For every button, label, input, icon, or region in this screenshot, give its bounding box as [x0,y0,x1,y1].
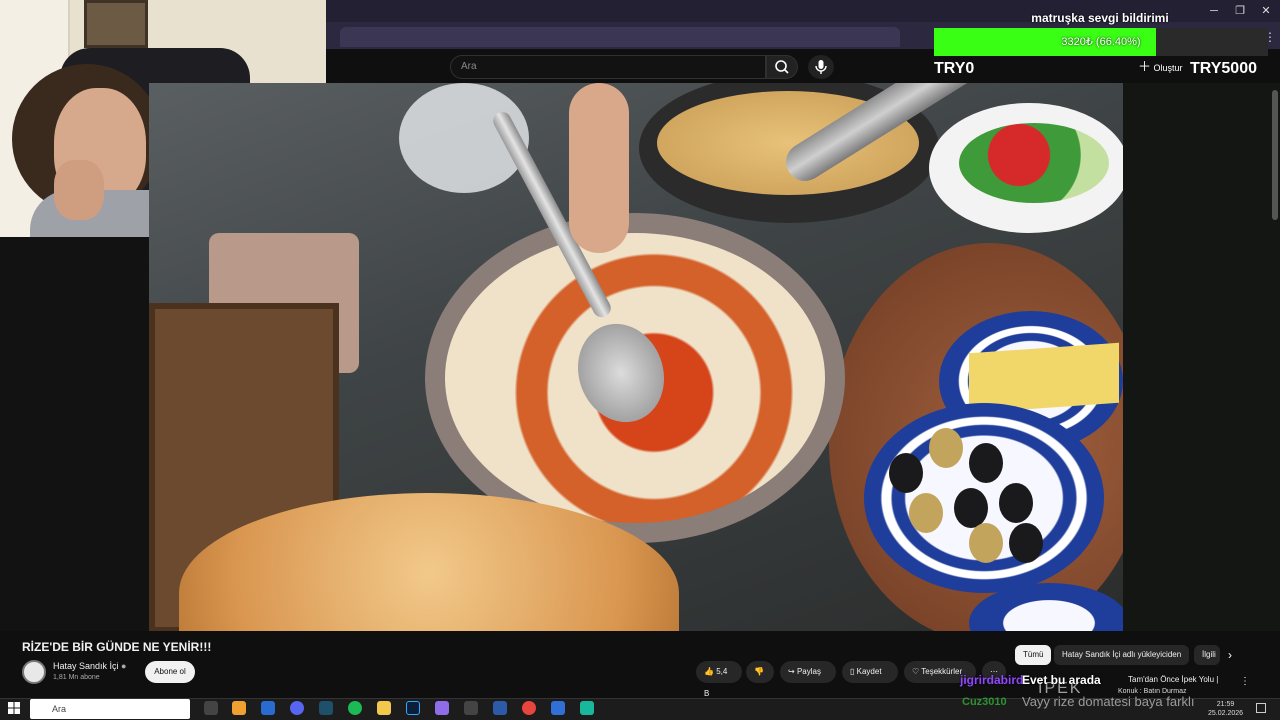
bookmark-icon: ▯ [850,667,855,676]
video-olive [999,483,1033,523]
thumbs-down-icon: 👎 [754,667,764,676]
chip-related[interactable]: İlgili [1194,645,1220,665]
share-icon: ↪ [788,667,795,676]
browser-tab[interactable] [340,27,900,47]
webcam-picture-frame [84,0,148,48]
save-label: Kaydet [856,667,882,676]
donation-goal-max: TRY5000 [1190,60,1257,77]
app-icon[interactable] [435,701,449,715]
channel-avatar[interactable] [22,660,46,684]
dislike-button[interactable]: 👎 [746,661,774,683]
share-label: Paylaş [796,667,821,676]
restore-button[interactable]: ❐ [1228,3,1252,19]
video-olive [969,443,1003,483]
chat-username: jigrirdabird [960,673,1024,687]
video-olive [969,523,1003,563]
file-explorer-icon[interactable] [377,701,391,715]
video-salad [959,123,1109,203]
copilot-icon[interactable] [232,701,246,715]
left-dark-panel [0,237,149,631]
video-olive [889,453,923,493]
taskbar-search[interactable]: Ara [30,699,190,719]
video-player[interactable] [149,83,1123,631]
app-icon[interactable] [551,701,565,715]
plus-icon: ＋ [1138,59,1152,74]
donation-goal-min: TRY0 [934,60,975,77]
windows-start-icon[interactable] [8,702,20,714]
recommendation-more-icon[interactable]: ⋮ [1240,676,1250,687]
video-olive [929,428,963,468]
app-icon[interactable] [580,701,594,715]
chat-message: Vayy rize domatesi baya farklı [1022,694,1195,709]
minimize-button[interactable]: ─ [1202,3,1226,19]
right-dark-panel [1123,83,1280,631]
app-icon[interactable] [319,701,333,715]
task-view-icon[interactable] [204,701,218,715]
photoshop-icon[interactable] [406,701,420,715]
webcam-hand [54,160,104,220]
share-button[interactable]: ↪ Paylaş [780,661,836,683]
subscribe-button[interactable]: Abone ol [145,661,195,683]
clock-time: 21:59 [1216,701,1235,708]
clock-date: 25.02.2026 [1208,710,1244,717]
chip-uploader[interactable]: Hatay Sandık İçi adlı yükleyiciden [1054,645,1190,665]
save-button[interactable]: ▯ Kaydet [842,661,898,683]
like-button[interactable]: 👍 5,4 B [696,661,742,698]
donation-goal-text: 3320₺ (66.40%) [1061,36,1141,48]
create-button[interactable]: ＋ Oluştur [1138,58,1190,76]
taskbar-clock[interactable]: 21:59 25.02.2026 [1208,700,1243,718]
voice-search-button[interactable] [808,55,834,79]
channel-subscribers: 1,81 Mn abone [53,674,100,681]
thanks-label: Teşekkürler [921,667,963,676]
microphone-icon [815,60,827,74]
chat-username: Cuz3010 [962,696,1007,708]
donation-goal-title: matruşka sevgi bildirimi [1031,11,1169,25]
chrome-icon[interactable] [522,701,536,715]
video-olive [909,493,943,533]
app-icon[interactable] [493,701,507,715]
verified-icon: ● [121,661,127,671]
discord-icon[interactable] [290,701,304,715]
video-olive [1009,523,1043,563]
recommendation-title[interactable]: Tam'dan Önce İpek Yolu | [1128,675,1218,684]
channel-name[interactable]: Hatay Sandık İçi ● [53,661,126,671]
close-button[interactable]: ✕ [1254,3,1278,19]
search-button[interactable] [766,55,798,79]
video-finger [569,83,629,253]
search-icon [775,60,789,74]
thanks-icon: ♡ [912,667,920,676]
video-olive [954,488,988,528]
chip-all[interactable]: Tümü [1015,645,1052,665]
app-icon[interactable] [261,701,275,715]
page-scrollbar[interactable] [1272,90,1278,220]
create-label: Oluştur [1153,63,1183,73]
taskbar-search-label: Ara [52,704,67,714]
chat-message: Evet bu arada [1022,673,1101,687]
notification-icon[interactable] [1256,703,1266,713]
channel-name-text: Hatay Sandık İçi [53,661,119,671]
obs-icon[interactable] [464,701,478,715]
chevron-right-icon[interactable]: › [1228,648,1242,664]
thumbs-up-icon: 👍 [704,667,714,676]
spotify-icon[interactable] [348,701,362,715]
video-title: RİZE'DE BİR GÜNDE NE YENİR!!! [22,640,212,654]
search-input[interactable]: Ara [450,55,766,79]
